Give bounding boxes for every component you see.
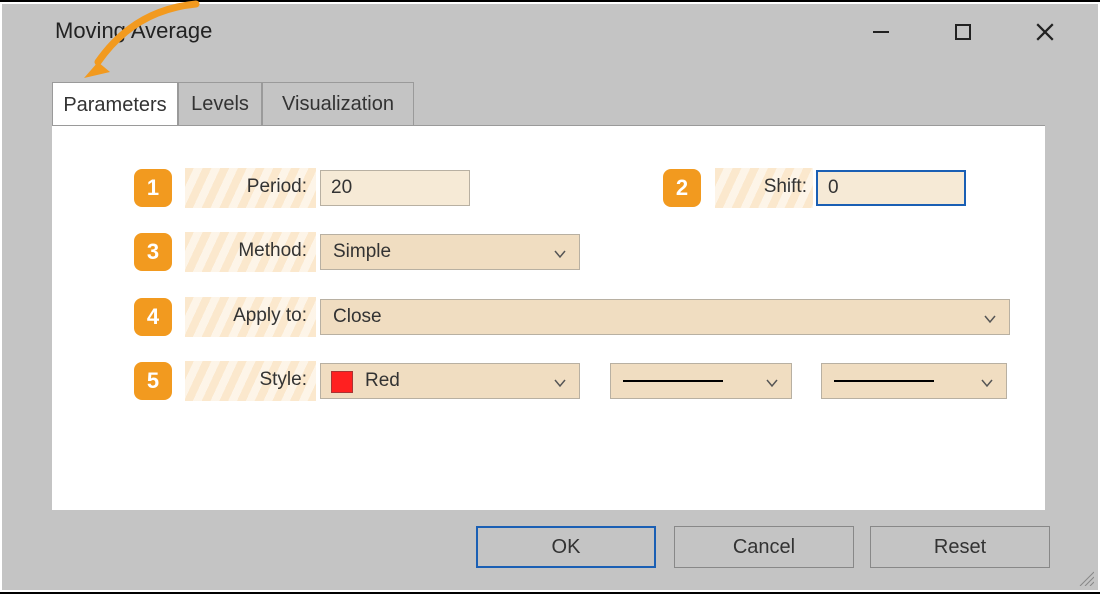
label-period: Period: xyxy=(192,176,307,198)
resize-grip[interactable] xyxy=(1076,568,1094,586)
apply-to-select[interactable]: Close xyxy=(320,299,1010,335)
close-button[interactable] xyxy=(1032,19,1058,45)
method-select[interactable]: Simple xyxy=(320,234,580,270)
annotation-badge-5: 5 xyxy=(134,362,172,400)
method-value: Simple xyxy=(333,241,391,263)
tab-strip: Parameters Levels Visualization xyxy=(2,82,1098,125)
annotation-badge-4: 4 xyxy=(134,298,172,336)
annotation-badge-2: 2 xyxy=(663,169,701,207)
annotation-badge-1: 1 xyxy=(134,169,172,207)
style-color-select[interactable]: Red xyxy=(320,363,580,399)
minimize-button[interactable] xyxy=(868,19,894,45)
shift-input[interactable]: 0 xyxy=(816,170,966,206)
cancel-button[interactable]: Cancel xyxy=(674,526,854,568)
label-method: Method: xyxy=(192,240,307,262)
maximize-button[interactable] xyxy=(950,19,976,45)
label-shift: Shift: xyxy=(732,176,807,198)
reset-button[interactable]: Reset xyxy=(870,526,1050,568)
style-line-width-select[interactable] xyxy=(821,363,1007,399)
chevron-down-icon xyxy=(980,374,994,388)
style-line-type-select[interactable] xyxy=(610,363,792,399)
ok-button[interactable]: OK xyxy=(476,526,656,568)
chevron-down-icon xyxy=(553,245,567,259)
parameters-panel: 1 Period: 20 2 Shift: 0 3 Method: Simple xyxy=(52,125,1045,510)
color-swatch xyxy=(331,371,353,393)
period-input[interactable]: 20 xyxy=(320,170,470,206)
annotation-badge-3: 3 xyxy=(134,233,172,271)
tab-parameters[interactable]: Parameters xyxy=(52,82,178,127)
line-width-preview xyxy=(834,380,934,382)
chevron-down-icon xyxy=(983,310,997,324)
style-color-value: Red xyxy=(365,370,400,392)
line-type-preview xyxy=(623,380,723,382)
apply-to-value: Close xyxy=(333,306,382,328)
window-title: Moving Average xyxy=(55,18,212,44)
chevron-down-icon xyxy=(765,374,779,388)
label-apply-to: Apply to: xyxy=(192,305,307,327)
tab-visualization[interactable]: Visualization xyxy=(262,82,414,125)
chevron-down-icon xyxy=(553,374,567,388)
label-style: Style: xyxy=(192,369,307,391)
tab-levels[interactable]: Levels xyxy=(178,82,262,125)
